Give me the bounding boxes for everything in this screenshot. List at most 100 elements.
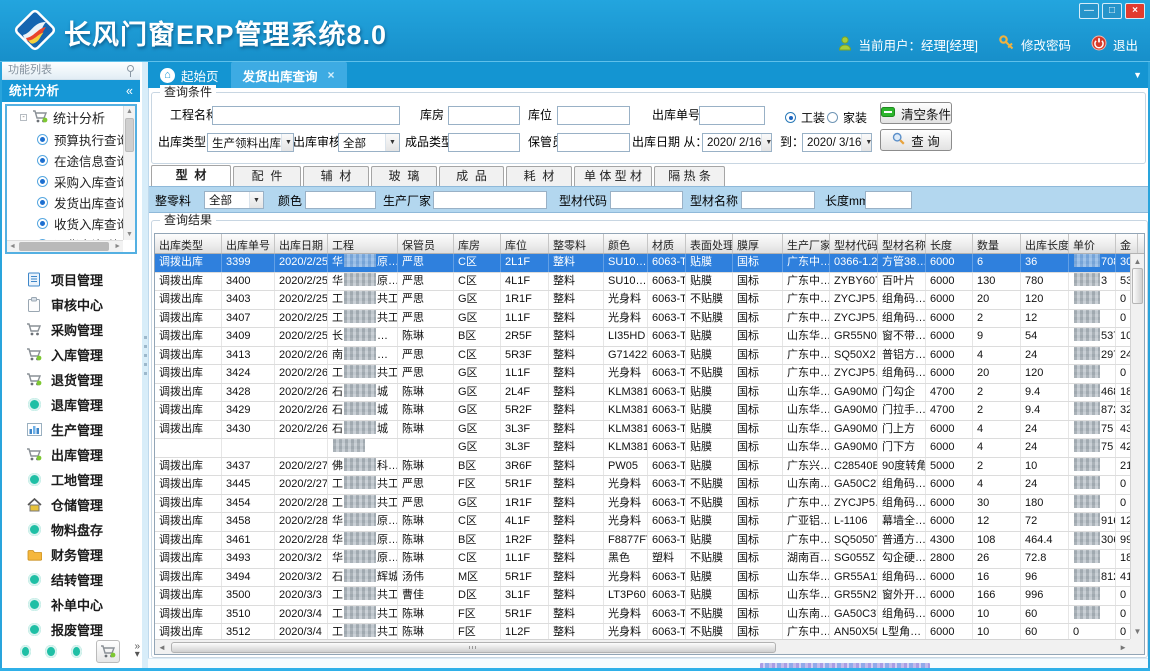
search-button[interactable]: 查 询	[880, 129, 952, 151]
close-button[interactable]: ×	[1125, 3, 1145, 19]
tab-close-icon[interactable]: ×	[328, 68, 335, 82]
sidebar-item[interactable]: 采购管理	[2, 317, 140, 342]
minimize-button[interactable]: —	[1079, 3, 1099, 19]
length-input[interactable]	[865, 191, 912, 209]
table-row[interactable]: 调拨出库34542020/2/28工共工程严思G区1R1F整料光身料6063-T…	[155, 495, 1130, 514]
sidebar-item[interactable]: 工地管理	[2, 467, 140, 492]
table-row[interactable]: 调拨出库34942020/3/2石辉城汤伟M区5R1F整料光身料6063-T5贴…	[155, 569, 1130, 588]
order-no-input[interactable]	[699, 106, 765, 125]
column-header[interactable]: 工程	[328, 234, 398, 253]
tree-horizontal-scrollbar[interactable]: ◄►	[7, 240, 123, 252]
table-row[interactable]: 调拨出库34092020/2/25长…陈琳B区2R5F整料LI35HD6063-…	[155, 328, 1130, 347]
column-header[interactable]: 库房	[454, 234, 501, 253]
column-header[interactable]: 长度	[926, 234, 973, 253]
cart-menu-button[interactable]	[96, 640, 120, 663]
material-tab[interactable]: 隔 热 条	[654, 166, 725, 186]
table-row[interactable]: 调拨出库34372020/2/27佛科…陈琳B区3R6F整料PW056063-T…	[155, 458, 1130, 477]
table-row[interactable]: 调拨出库34292020/2/26石城陈琳G区5R2F整料KLM38176063…	[155, 402, 1130, 421]
column-header[interactable]: 整零料	[549, 234, 604, 253]
column-header[interactable]: 颜色	[604, 234, 648, 253]
color-input[interactable]	[305, 191, 376, 209]
tree-vertical-scrollbar[interactable]: ▲▼	[123, 106, 135, 240]
tab-list-caret-icon[interactable]: ▼	[1133, 70, 1142, 80]
material-tab[interactable]: 辅 材	[303, 166, 369, 186]
grid-horizontal-scrollbar[interactable]: ◄►	[155, 639, 1130, 654]
sidebar-item[interactable]: 物料盘存	[2, 517, 140, 542]
profile-name-input[interactable]	[741, 191, 815, 209]
column-header[interactable]: 出库日期	[275, 234, 328, 253]
sidebar-item[interactable]: 退货管理	[2, 367, 140, 392]
sidebar-item[interactable]: 仓储管理	[2, 492, 140, 517]
logout-button[interactable]: 退出	[1091, 35, 1138, 54]
sidebar-item[interactable]: 财务管理	[2, 542, 140, 567]
more-menu-button[interactable]: »▾	[134, 643, 140, 659]
sidebar-item[interactable]: 入库管理	[2, 342, 140, 367]
material-tab[interactable]: 型 材	[151, 165, 231, 186]
column-header[interactable]: 型材代码	[830, 234, 878, 253]
out-type-select[interactable]: 生产领料出库	[207, 133, 294, 152]
sidebar-item[interactable]: 退库管理	[2, 392, 140, 417]
collapsed-menu-icon[interactable]	[45, 645, 56, 658]
tree-root[interactable]: - 统计分析	[7, 106, 123, 129]
column-header[interactable]: 材质	[648, 234, 686, 253]
table-row[interactable]: 调拨出库34032020/2/25工共工程严思G区1R1F整料光身料6063-T…	[155, 291, 1130, 310]
tree-item[interactable]: 收货入库查询	[7, 213, 123, 234]
column-header[interactable]: 保管员	[398, 234, 454, 253]
column-header[interactable]: 库位	[501, 234, 549, 253]
date-from-select[interactable]: 2020/ 2/16	[702, 133, 772, 152]
table-row[interactable]: 调拨出库34282020/2/26石城陈琳G区2L4F整料KLM38176063…	[155, 384, 1130, 403]
tab-shipping-outbound-query[interactable]: 发货出库查询 ×	[231, 62, 347, 88]
table-row[interactable]: 调拨出库34002020/2/25华原…严思C区4L1F整料SU10…6063-…	[155, 273, 1130, 292]
tree-item[interactable]: 在途信息查询[待	[7, 150, 123, 171]
column-header[interactable]: 出库长度	[1021, 234, 1069, 253]
sidebar-item[interactable]: 出库管理	[2, 442, 140, 467]
tree-item[interactable]: 预算执行查询	[7, 129, 123, 150]
table-row[interactable]: 调拨出库34302020/2/26石城陈琳G区3L3F整料KLM38176063…	[155, 421, 1130, 440]
tree-item[interactable]: 发货出库查询	[7, 192, 123, 213]
material-tab[interactable]: 配 件	[233, 166, 301, 186]
project-name-input[interactable]	[212, 106, 400, 125]
table-row[interactable]: G区3L3F整料KLM38176063-T5贴膜国标山东华…GA90M09…门下…	[155, 439, 1130, 458]
sidebar-section-header[interactable]: 统计分析 «	[2, 80, 140, 102]
collapse-icon[interactable]: «	[126, 80, 133, 102]
clear-conditions-button[interactable]: 清空条件	[880, 102, 952, 124]
column-header[interactable]: 金	[1116, 234, 1138, 253]
collapsed-menu-icon[interactable]	[20, 645, 31, 658]
material-tab[interactable]: 耗 材	[506, 166, 572, 186]
grid-vertical-scrollbar[interactable]: ▲▼	[1130, 254, 1144, 639]
material-tab[interactable]: 玻 璃	[371, 166, 437, 186]
column-header[interactable]: 出库类型	[155, 234, 222, 253]
product-type-input[interactable]	[448, 133, 520, 152]
column-header[interactable]: 生产厂家	[783, 234, 830, 253]
table-row[interactable]: 调拨出库34932020/3/2华原…陈琳C区1L1F整料黑色塑料不贴膜国标湖南…	[155, 550, 1130, 569]
audit-select[interactable]: 全部	[338, 133, 400, 152]
location-input[interactable]	[557, 106, 630, 125]
material-tab[interactable]: 成 品	[439, 166, 504, 186]
table-row[interactable]: 调拨出库33992020/2/25华原…严思C区2L1F整料SU10…6063-…	[155, 254, 1130, 273]
table-row[interactable]: 调拨出库34612020/2/28华原…陈琳B区1R2F整料F8877FT606…	[155, 532, 1130, 551]
sidebar-item[interactable]: 结转管理	[2, 567, 140, 592]
maker-input[interactable]	[433, 191, 547, 209]
table-row[interactable]: 调拨出库35102020/3/4工共工程陈琳F区5R1F整料光身料6063-T5…	[155, 606, 1130, 625]
keeper-input[interactable]	[557, 133, 630, 152]
column-header[interactable]: 膜厚	[733, 234, 783, 253]
table-row[interactable]: 调拨出库35002020/3/3工共工程曹佳D区3L1F整料LT3P606063…	[155, 587, 1130, 606]
table-row[interactable]: 调拨出库34072020/2/25工共工程严思G区1L1F整料光身料6063-T…	[155, 310, 1130, 329]
material-tab[interactable]: 单 体 型 材	[574, 166, 652, 186]
column-header[interactable]: 数量	[973, 234, 1021, 253]
pin-icon[interactable]	[127, 65, 134, 72]
maximize-button[interactable]: □	[1102, 3, 1122, 19]
sidebar-item[interactable]: 生产管理	[2, 417, 140, 442]
column-header[interactable]: 表面处理	[686, 234, 733, 253]
column-header[interactable]: 出库单号	[222, 234, 275, 253]
change-password-button[interactable]: 修改密码	[998, 34, 1071, 54]
date-to-select[interactable]: 2020/ 3/16	[802, 133, 872, 152]
table-row[interactable]: 调拨出库34132020/2/26南…严思C区5R3F整料G714226063-…	[155, 347, 1130, 366]
column-header[interactable]: 型材名称	[878, 234, 926, 253]
sidebar-item[interactable]: 项目管理	[2, 267, 140, 292]
whole-part-select[interactable]: 全部	[204, 191, 264, 209]
warehouse-input[interactable]	[448, 106, 520, 125]
column-header[interactable]: 单价	[1069, 234, 1116, 253]
profile-code-input[interactable]	[610, 191, 683, 209]
tree-item[interactable]: 采购入库查询	[7, 171, 123, 192]
